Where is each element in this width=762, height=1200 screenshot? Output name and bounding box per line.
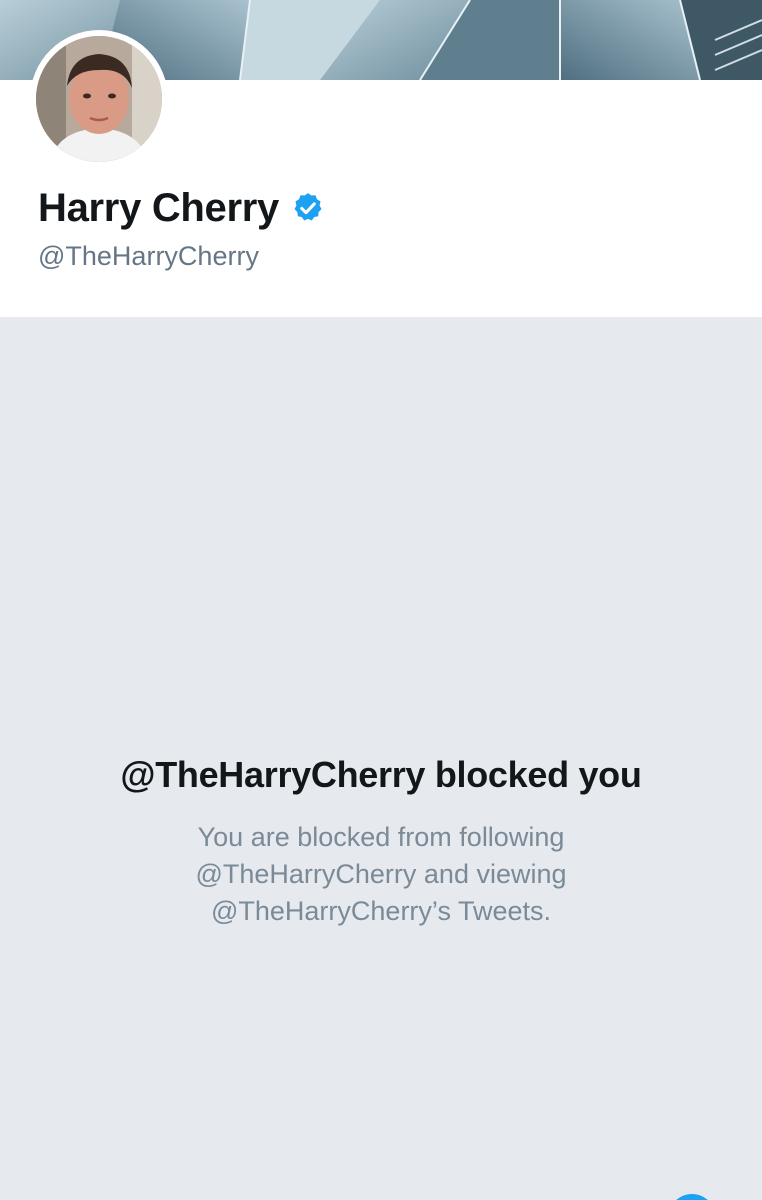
user-handle: @TheHarryCherry: [38, 241, 259, 271]
blocked-title: @TheHarryCherry blocked you: [120, 754, 642, 795]
verified-badge-icon[interactable]: [291, 191, 325, 225]
display-name: Harry Cherry: [38, 186, 279, 230]
profile-card: Harry Cherry @TheHarryCherry: [0, 30, 762, 317]
avatar-photo-graphic: [36, 36, 162, 162]
avatar-image: [36, 36, 162, 162]
profile-screen: Harry Cherry @TheHarryCherry @TheHarryCh…: [0, 0, 762, 1200]
display-name-row: Harry Cherry: [38, 186, 325, 230]
blocked-description: You are blocked from following @TheHarry…: [195, 822, 567, 926]
avatar[interactable]: [30, 30, 168, 168]
blocked-message-panel: @TheHarryCherry blocked you You are bloc…: [0, 317, 762, 1200]
